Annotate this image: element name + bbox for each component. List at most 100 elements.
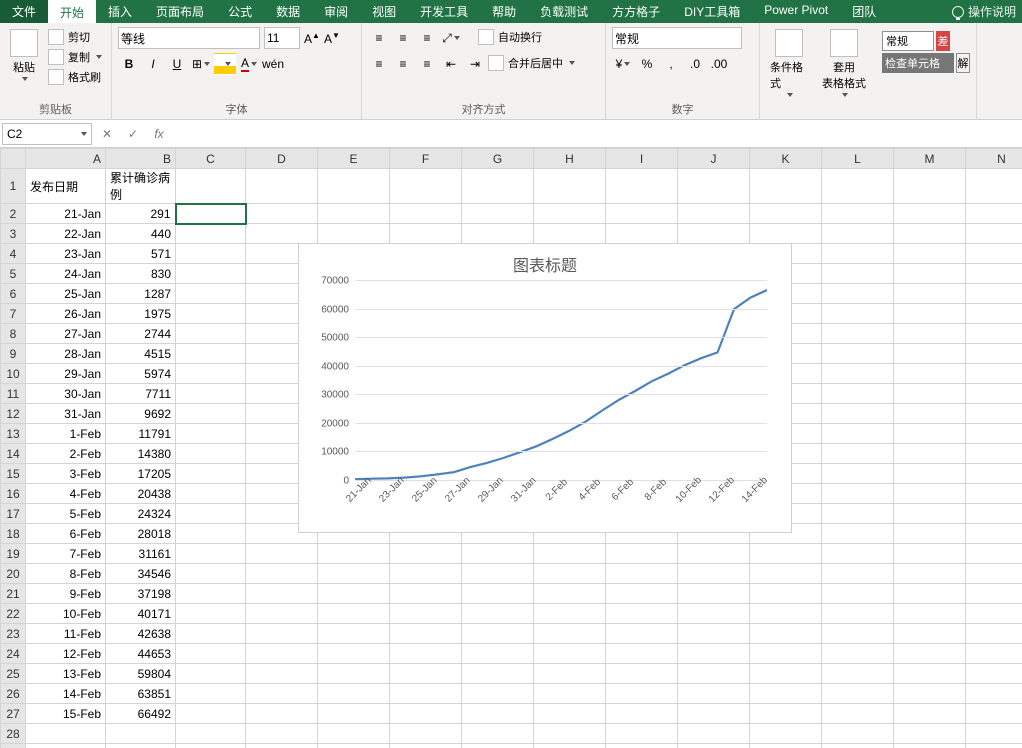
cell-G22[interactable] xyxy=(462,604,534,624)
cell-C21[interactable] xyxy=(176,584,246,604)
cell-N24[interactable] xyxy=(966,644,1022,664)
cell-H25[interactable] xyxy=(534,664,606,684)
tab-插入[interactable]: 插入 xyxy=(96,0,144,23)
cell-A10[interactable]: 29-Jan xyxy=(26,364,106,384)
cell-D3[interactable] xyxy=(246,224,318,244)
cell-L13[interactable] xyxy=(822,424,894,444)
cell-F2[interactable] xyxy=(390,204,462,224)
cell-E20[interactable] xyxy=(318,564,390,584)
cell-H19[interactable] xyxy=(534,544,606,564)
cell-J26[interactable] xyxy=(678,684,750,704)
cell-M9[interactable] xyxy=(894,344,966,364)
cell-I2[interactable] xyxy=(606,204,678,224)
cell-N18[interactable] xyxy=(966,524,1022,544)
cell-M23[interactable] xyxy=(894,624,966,644)
cell-N10[interactable] xyxy=(966,364,1022,384)
cell-M12[interactable] xyxy=(894,404,966,424)
cell-C17[interactable] xyxy=(176,504,246,524)
column-header-J[interactable]: J xyxy=(678,149,750,169)
cell-F26[interactable] xyxy=(390,684,462,704)
cell-M16[interactable] xyxy=(894,484,966,504)
cell-A17[interactable]: 5-Feb xyxy=(26,504,106,524)
name-box[interactable]: C2 xyxy=(2,123,92,145)
tab-团队[interactable]: 团队 xyxy=(840,0,888,23)
cell-K24[interactable] xyxy=(750,644,822,664)
cell-B23[interactable]: 42638 xyxy=(106,624,176,644)
number-format-select[interactable] xyxy=(612,27,742,49)
cell-M5[interactable] xyxy=(894,264,966,284)
bold-button[interactable]: B xyxy=(118,53,140,75)
cell-H29[interactable] xyxy=(534,744,606,748)
cell-J27[interactable] xyxy=(678,704,750,724)
cell-I19[interactable] xyxy=(606,544,678,564)
cell-L23[interactable] xyxy=(822,624,894,644)
cell-E26[interactable] xyxy=(318,684,390,704)
style-normal[interactable]: 常规 xyxy=(882,31,934,51)
cell-B1[interactable]: 累计确诊病例 xyxy=(106,169,176,204)
cell-J19[interactable] xyxy=(678,544,750,564)
cell-C4[interactable] xyxy=(176,244,246,264)
tab-公式[interactable]: 公式 xyxy=(216,0,264,23)
format-painter-button[interactable]: 格式刷 xyxy=(48,67,102,87)
cell-N5[interactable] xyxy=(966,264,1022,284)
cell-C7[interactable] xyxy=(176,304,246,324)
select-all-corner[interactable] xyxy=(1,149,26,169)
cell-A14[interactable]: 2-Feb xyxy=(26,444,106,464)
style-check-cell[interactable]: 检查单元格 xyxy=(882,53,954,73)
cell-M29[interactable] xyxy=(894,744,966,748)
cell-C6[interactable] xyxy=(176,284,246,304)
cell-J2[interactable] xyxy=(678,204,750,224)
cell-G28[interactable] xyxy=(462,724,534,744)
cell-N16[interactable] xyxy=(966,484,1022,504)
cell-A19[interactable]: 7-Feb xyxy=(26,544,106,564)
cell-C26[interactable] xyxy=(176,684,246,704)
cell-A24[interactable]: 12-Feb xyxy=(26,644,106,664)
tab-开始[interactable]: 开始 xyxy=(48,0,96,23)
cell-A18[interactable]: 6-Feb xyxy=(26,524,106,544)
font-family-select[interactable] xyxy=(118,27,260,49)
cell-G26[interactable] xyxy=(462,684,534,704)
cell-L15[interactable] xyxy=(822,464,894,484)
decrease-font-button[interactable]: A▼ xyxy=(324,31,340,46)
cell-D29[interactable] xyxy=(246,744,318,748)
cell-L19[interactable] xyxy=(822,544,894,564)
cell-N2[interactable] xyxy=(966,204,1022,224)
cell-A15[interactable]: 3-Feb xyxy=(26,464,106,484)
cell-A26[interactable]: 14-Feb xyxy=(26,684,106,704)
column-header-M[interactable]: M xyxy=(894,149,966,169)
cell-N15[interactable] xyxy=(966,464,1022,484)
cell-F28[interactable] xyxy=(390,724,462,744)
cell-H26[interactable] xyxy=(534,684,606,704)
cell-styles-gallery[interactable]: 常规 差 检查单元格 解 xyxy=(876,23,977,119)
cell-N20[interactable] xyxy=(966,564,1022,584)
cell-F3[interactable] xyxy=(390,224,462,244)
cell-K26[interactable] xyxy=(750,684,822,704)
cell-H24[interactable] xyxy=(534,644,606,664)
cell-N19[interactable] xyxy=(966,544,1022,564)
cell-A7[interactable]: 26-Jan xyxy=(26,304,106,324)
cell-M25[interactable] xyxy=(894,664,966,684)
cell-B25[interactable]: 59804 xyxy=(106,664,176,684)
cell-H23[interactable] xyxy=(534,624,606,644)
row-header[interactable]: 3 xyxy=(1,224,26,244)
cell-I24[interactable] xyxy=(606,644,678,664)
cell-N26[interactable] xyxy=(966,684,1022,704)
cell-B13[interactable]: 11791 xyxy=(106,424,176,444)
align-top-button[interactable]: ≡ xyxy=(368,27,390,49)
cell-L18[interactable] xyxy=(822,524,894,544)
column-header-L[interactable]: L xyxy=(822,149,894,169)
cell-M1[interactable] xyxy=(894,169,966,204)
percent-format-button[interactable]: % xyxy=(636,53,658,75)
cell-H20[interactable] xyxy=(534,564,606,584)
cell-N12[interactable] xyxy=(966,404,1022,424)
cell-I1[interactable] xyxy=(606,169,678,204)
row-header[interactable]: 18 xyxy=(1,524,26,544)
cell-H27[interactable] xyxy=(534,704,606,724)
row-header[interactable]: 11 xyxy=(1,384,26,404)
cell-L11[interactable] xyxy=(822,384,894,404)
worksheet-grid[interactable]: ABCDEFGHIJKLMN 1发布日期累计确诊病例221-Jan291322-… xyxy=(0,148,1022,748)
cell-M21[interactable] xyxy=(894,584,966,604)
cell-K28[interactable] xyxy=(750,724,822,744)
column-header-E[interactable]: E xyxy=(318,149,390,169)
cell-A23[interactable]: 11-Feb xyxy=(26,624,106,644)
